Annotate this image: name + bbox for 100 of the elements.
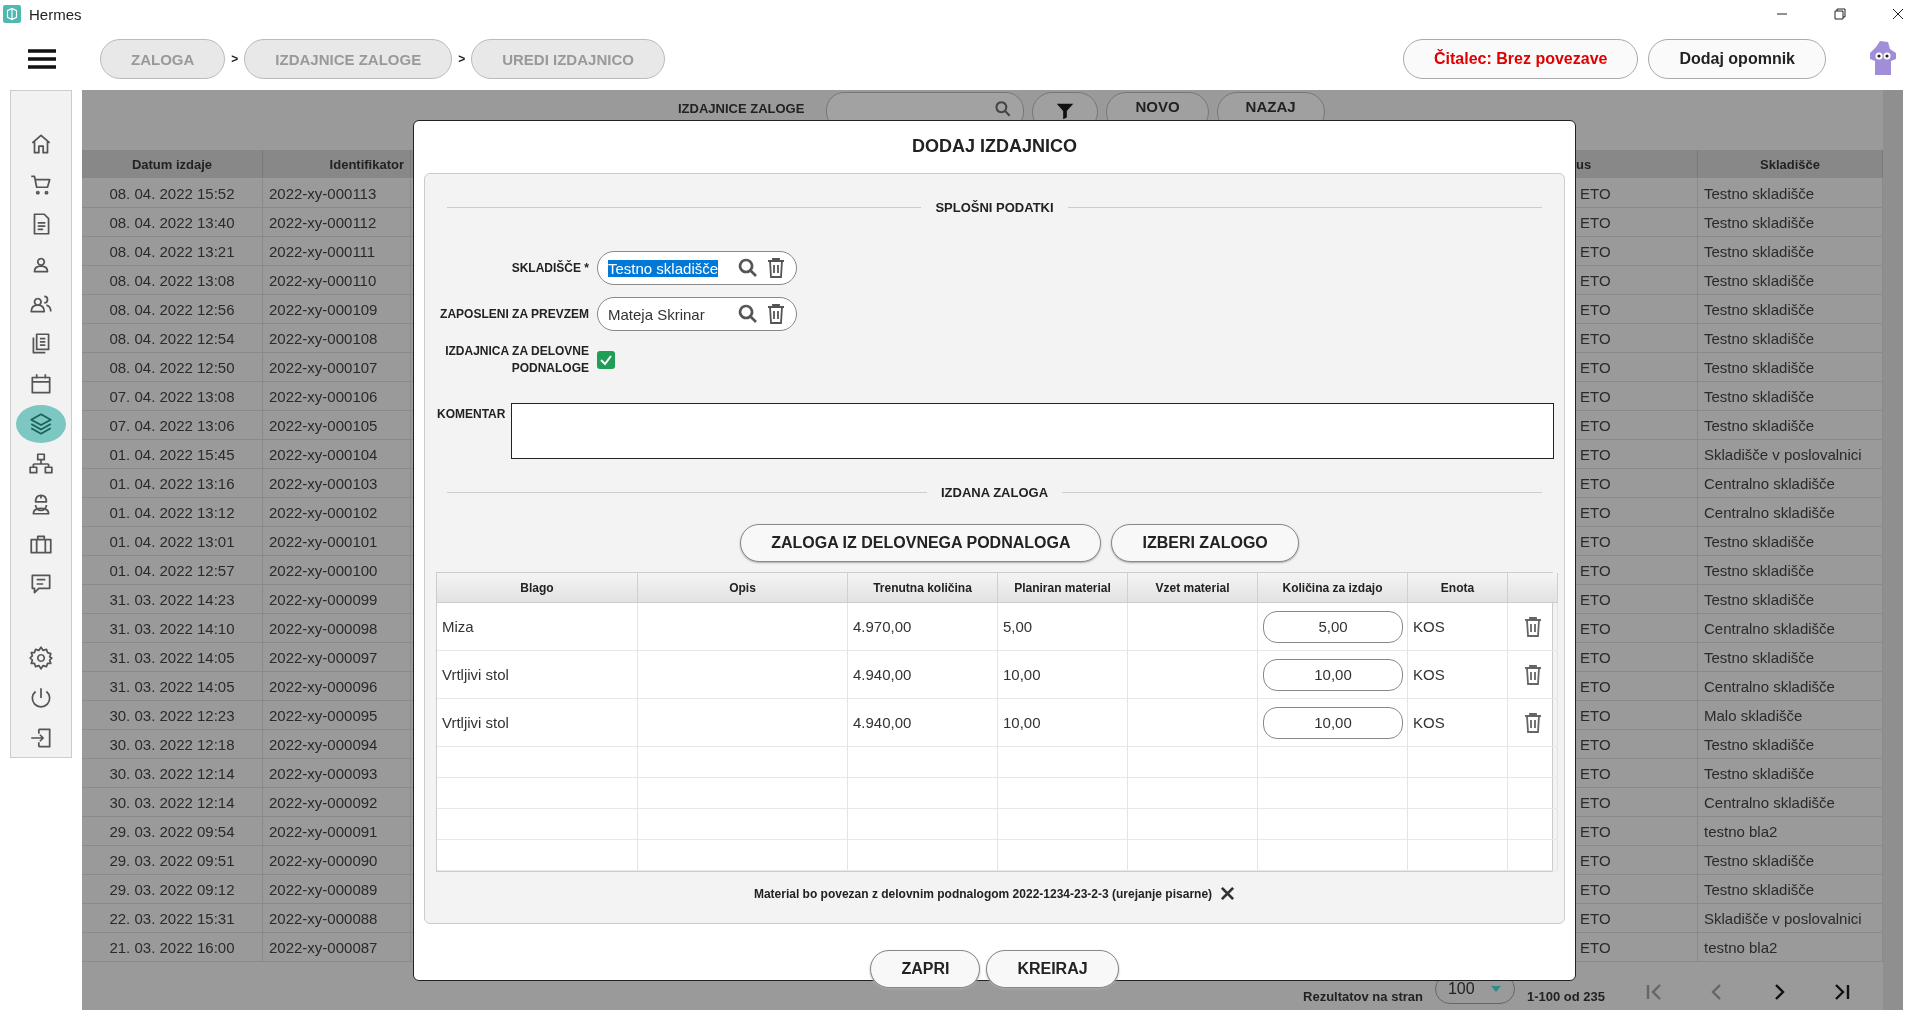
quantity-field[interactable]: 5,00 — [1263, 610, 1403, 643]
table-cell: 2022-xy-000107 — [263, 353, 411, 382]
table-cell: 2022-xy-000095 — [263, 701, 411, 730]
table-cell: 2022-xy-000112 — [263, 208, 411, 237]
column-header: Planiran material — [998, 573, 1128, 603]
table-cell: 29. 03. 2022 09:12 — [82, 875, 263, 904]
table-cell: 31. 03. 2022 14:10 — [82, 614, 263, 643]
close-icon[interactable] — [1892, 8, 1904, 20]
column-header: Identifikator — [263, 150, 411, 178]
table-cell: 10,00 — [998, 699, 1128, 747]
table-cell: 08. 04. 2022 15:52 — [82, 179, 263, 208]
calendar-icon — [28, 371, 54, 397]
checkbox[interactable] — [597, 351, 615, 369]
table-cell: 01. 04. 2022 15:45 — [82, 440, 263, 469]
table-cell: 2022-xy-000094 — [263, 730, 411, 759]
breadcrumb-separator: > — [231, 52, 239, 66]
layers-icon — [28, 411, 54, 437]
table-cell: 4.970,00 — [848, 603, 998, 651]
table-cell: 30. 03. 2022 12:18 — [82, 730, 263, 759]
table-cell: 5,00 — [998, 603, 1128, 651]
table-cell: 2022-xy-000088 — [263, 904, 411, 933]
column-header: Količina za izdajo — [1258, 573, 1408, 603]
dialog-button[interactable]: ZAPRI — [870, 950, 981, 988]
table-cell: 2022-xy-000104 — [263, 440, 411, 469]
table-cell: KOS — [1408, 603, 1508, 651]
table-cell: 4.940,00 — [848, 699, 998, 747]
column-header: Skladišče — [1698, 150, 1883, 178]
comment-field[interactable] — [511, 403, 1554, 459]
app-logo-icon — [3, 5, 21, 23]
table-cell: 21. 03. 2022 16:00 — [82, 933, 263, 962]
table-cell: 31. 03. 2022 14:05 — [82, 672, 263, 701]
table-cell: 29. 03. 2022 09:54 — [82, 817, 263, 846]
dialog-button[interactable]: KREIRAJ — [986, 950, 1119, 988]
table-cell: 29. 03. 2022 09:51 — [82, 846, 263, 875]
table-cell: 2022-xy-000096 — [263, 672, 411, 701]
table-cell: 22. 03. 2022 15:31 — [82, 904, 263, 933]
empty-cell — [1508, 840, 1558, 871]
quantity-field[interactable]: 10,00 — [1263, 706, 1403, 739]
dialog-title: DODAJ IZDAJNICO — [911, 135, 1078, 158]
table-cell: 2022-xy-000098 — [263, 614, 411, 643]
table-cell: 2022-xy-000097 — [263, 643, 411, 672]
table-cell: 01. 04. 2022 13:01 — [82, 527, 263, 556]
breadcrumb-separator: > — [458, 52, 466, 66]
table-cell: 2022-xy-000091 — [263, 817, 411, 846]
table-cell: 07. 04. 2022 13:06 — [82, 411, 263, 440]
hierarchy-icon — [28, 451, 54, 477]
page-size-label: Rezultatov na stran — [1303, 989, 1423, 1004]
stock-button[interactable]: IZBERI ZALOGO — [1111, 524, 1299, 562]
table-cell: 2022-xy-000108 — [263, 324, 411, 353]
window-title: Hermes — [29, 5, 82, 23]
sidebar-item[interactable] — [16, 405, 66, 443]
quantity-field[interactable]: 10,00 — [1263, 658, 1403, 691]
table-cell: 4.940,00 — [848, 651, 998, 699]
table-cell: 2022-xy-000090 — [263, 846, 411, 875]
table-cell: 2022-xy-000092 — [263, 788, 411, 817]
section-title: IZDANA ZALOGA — [940, 485, 1049, 500]
table-cell: 07. 04. 2022 13:08 — [82, 382, 263, 411]
menu-icon[interactable] — [26, 48, 58, 70]
table-cell: 2022-xy-000099 — [263, 585, 411, 614]
table-cell: 2022-xy-000093 — [263, 759, 411, 788]
table-cell: 31. 03. 2022 14:23 — [82, 585, 263, 614]
column-header: Enota — [1408, 573, 1508, 603]
field-label: IZDAJNICA ZA DELOVNE PODNALOGE — [444, 343, 590, 377]
column-header: us — [1574, 150, 1698, 178]
table-cell: 08. 04. 2022 12:54 — [82, 324, 263, 353]
table-cell: 2022-xy-000111 — [263, 237, 411, 266]
column-header: Trenutna količina — [848, 573, 998, 603]
table-cell: KOS — [1408, 699, 1508, 747]
caret-icon — [1489, 985, 1502, 993]
table-cell: 10,00 — [998, 651, 1128, 699]
table-cell: 30. 03. 2022 12:14 — [82, 788, 263, 817]
table-cell: 2022-xy-000105 — [263, 411, 411, 440]
table-cell: 08. 04. 2022 13:40 — [82, 208, 263, 237]
stock-button[interactable]: ZALOGA IZ DELOVNEGA PODNALOGA — [740, 524, 1102, 562]
settings-icon[interactable] — [28, 645, 54, 671]
table-cell: 2022-xy-000089 — [263, 875, 411, 904]
table-cell: Vrtljivi stol — [437, 651, 638, 699]
table-cell: 08. 04. 2022 12:56 — [82, 295, 263, 324]
column-header: Vzet material — [1128, 573, 1258, 603]
top-button[interactable]: Dodaj opomnik — [1648, 39, 1826, 79]
column-header: Opis — [638, 573, 848, 603]
warehouse-field[interactable]: Testno skladišče — [597, 251, 797, 285]
logout-icon[interactable] — [28, 725, 54, 751]
table-cell: 2022-xy-000102 — [263, 498, 411, 527]
table-cell: KOS — [1408, 651, 1508, 699]
table-cell: 2022-xy-000101 — [263, 527, 411, 556]
toolbar-title: IZDAJNICE ZALOGE — [678, 101, 805, 116]
scrollbar[interactable] — [1883, 90, 1903, 1010]
table-cell: 2022-xy-000103 — [263, 469, 411, 498]
close-icon[interactable] — [1220, 886, 1236, 901]
table-cell: 01. 04. 2022 12:57 — [82, 556, 263, 585]
table-cell: 2022-xy-000100 — [263, 556, 411, 585]
table-cell: 30. 03. 2022 12:23 — [82, 701, 263, 730]
employee-field[interactable]: Mateja Skrinar — [597, 297, 797, 331]
field-label: KOMENTAR — [436, 406, 507, 421]
restore-icon[interactable] — [1834, 8, 1846, 20]
top-button[interactable]: Čitalec: Brez povezave — [1403, 39, 1639, 79]
table-cell: Vrtljivi stol — [437, 699, 638, 747]
table-cell: 01. 04. 2022 13:16 — [82, 469, 263, 498]
field-label: SKLADIŠČE * — [510, 261, 590, 275]
